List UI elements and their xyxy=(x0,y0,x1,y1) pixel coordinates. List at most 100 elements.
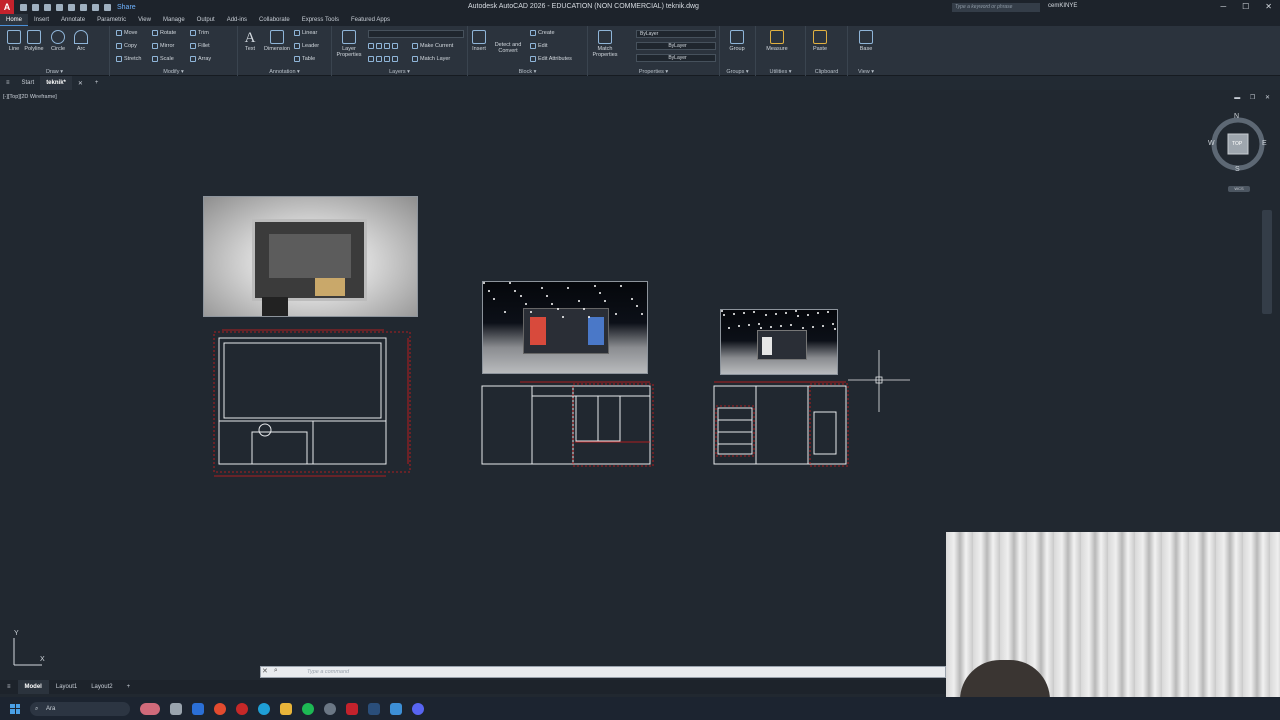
base-view-button[interactable]: Base xyxy=(852,30,880,52)
linear-button[interactable]: Linear xyxy=(294,30,317,36)
opera-icon[interactable] xyxy=(236,702,248,715)
trim-button[interactable]: Trim xyxy=(190,30,209,36)
edit-block-button[interactable]: Edit xyxy=(530,43,547,49)
tab-parametric[interactable]: Parametric xyxy=(91,17,132,23)
open-file-icon[interactable] xyxy=(32,3,39,11)
annotation-panel-title[interactable]: Annotation ▾ xyxy=(238,69,331,75)
user-account[interactable]: cemKINYE xyxy=(1048,3,1077,9)
save-icon[interactable] xyxy=(44,3,51,11)
layer-unisolate-icon[interactable] xyxy=(368,56,374,62)
steam-icon[interactable] xyxy=(368,702,380,715)
tab-featured-apps[interactable]: Featured Apps xyxy=(345,17,396,23)
discord-icon[interactable] xyxy=(412,702,424,715)
compass-north[interactable]: N xyxy=(1234,113,1239,120)
tab-start[interactable]: Start xyxy=(16,80,41,86)
new-tab-button[interactable]: + xyxy=(89,80,105,86)
minimize-button[interactable]: ─ xyxy=(1220,2,1226,11)
tab-output[interactable]: Output xyxy=(191,17,221,23)
view-panel-title[interactable]: View ▾ xyxy=(848,69,884,75)
tab-view[interactable]: View xyxy=(132,17,157,23)
print-icon[interactable] xyxy=(80,3,87,11)
insert-button[interactable]: Insert xyxy=(465,30,493,52)
windows-start-icon[interactable] xyxy=(10,703,20,714)
modify-panel-title[interactable]: Modify ▾ xyxy=(110,69,237,75)
lineweight-dropdown[interactable]: ByLayer xyxy=(636,54,716,62)
layer-off-icon[interactable] xyxy=(368,43,374,49)
match-properties-button[interactable]: Match Properties xyxy=(590,30,620,58)
taskbar-search[interactable]: ⌕ Ara xyxy=(30,701,130,716)
undo-icon[interactable] xyxy=(92,3,99,11)
help-search-input[interactable]: Type a keyword or phrase xyxy=(952,3,1040,12)
layer-thaw-icon[interactable] xyxy=(376,56,382,62)
viewcube[interactable]: N S E W TOP WCS xyxy=(1208,112,1268,192)
paste-button[interactable]: Paste xyxy=(806,30,834,52)
autocad-app-icon[interactable]: A xyxy=(0,0,14,14)
tab-manage[interactable]: Manage xyxy=(157,17,191,23)
wcs-menu[interactable]: WCS xyxy=(1228,186,1250,192)
compass-south[interactable]: S xyxy=(1235,166,1240,173)
edge-icon[interactable] xyxy=(258,702,270,715)
obs-icon[interactable] xyxy=(324,702,336,715)
compass-west[interactable]: W xyxy=(1208,140,1215,147)
layer-on-icon[interactable] xyxy=(384,56,390,62)
tab-layout1[interactable]: Layout1 xyxy=(49,684,84,690)
leader-button[interactable]: Leader xyxy=(294,43,319,49)
utilities-panel-title[interactable]: Utilities ▾ xyxy=(756,69,805,75)
layers-panel-title[interactable]: Layers ▾ xyxy=(332,69,467,75)
fillet-button[interactable]: Fillet xyxy=(190,43,210,49)
new-file-icon[interactable] xyxy=(20,3,27,11)
navigation-bar[interactable] xyxy=(1262,210,1272,314)
mirror-button[interactable]: Mirror xyxy=(152,43,174,49)
tab-addins[interactable]: Add-ins xyxy=(221,17,253,23)
layer-isolate-icon[interactable] xyxy=(376,43,382,49)
block-panel-title[interactable]: Block ▾ xyxy=(468,69,587,75)
compass-east[interactable]: E xyxy=(1262,140,1267,147)
table-button[interactable]: Table xyxy=(294,56,315,62)
share-button[interactable]: Share xyxy=(117,4,136,11)
maximize-button[interactable]: ☐ xyxy=(1242,2,1249,11)
properties-panel-title[interactable]: Properties ▾ xyxy=(588,69,719,75)
chrome-icon[interactable] xyxy=(214,702,226,715)
tab-express-tools[interactable]: Express Tools xyxy=(296,17,345,23)
web-mobile-icon[interactable] xyxy=(68,3,75,11)
layer-dropdown[interactable] xyxy=(368,30,464,38)
linetype-dropdown[interactable]: ByLayer xyxy=(636,42,716,50)
redo-icon[interactable] xyxy=(104,3,111,11)
taskbar-widget-icon[interactable] xyxy=(140,702,160,715)
create-block-button[interactable]: Create xyxy=(530,30,555,36)
layout-menu-icon[interactable]: ≡ xyxy=(0,684,18,690)
task-view-icon[interactable] xyxy=(170,702,182,715)
stretch-button[interactable]: Stretch xyxy=(116,56,141,62)
viewcube-top-face[interactable]: TOP xyxy=(1232,141,1242,147)
autocad-taskbar-icon[interactable] xyxy=(346,702,358,715)
make-current-button[interactable]: Make Current xyxy=(412,43,453,49)
layer-properties-button[interactable]: Layer Properties xyxy=(334,30,364,58)
tab-model[interactable]: Model xyxy=(17,680,49,694)
group-button[interactable]: Group xyxy=(719,30,755,52)
app-menu-icon[interactable]: ≡ xyxy=(0,80,16,86)
command-close-icon[interactable]: ✕ xyxy=(262,667,268,675)
command-line-input[interactable]: Type a command xyxy=(260,666,946,678)
close-button[interactable]: ✕ xyxy=(1265,2,1272,11)
tab-home[interactable]: Home xyxy=(0,14,29,26)
tab-insert[interactable]: Insert xyxy=(28,17,55,23)
draw-panel-title[interactable]: Draw ▾ xyxy=(0,69,109,75)
add-layout-button[interactable]: + xyxy=(120,684,138,690)
copy-button[interactable]: Copy xyxy=(116,43,137,49)
layer-unlock-icon[interactable] xyxy=(392,56,398,62)
move-button[interactable]: Move xyxy=(116,30,137,36)
scale-button[interactable]: Scale xyxy=(152,56,174,62)
file-explorer-app-icon[interactable] xyxy=(192,702,204,715)
tab-teknik[interactable]: teknik* xyxy=(40,76,72,90)
layer-lock-icon[interactable] xyxy=(392,43,398,49)
app-icon[interactable] xyxy=(390,702,402,715)
detect-convert-button[interactable]: Detect and Convert xyxy=(490,42,526,54)
groups-panel-title[interactable]: Groups ▾ xyxy=(720,69,755,75)
array-button[interactable]: Array xyxy=(190,56,211,62)
save-as-icon[interactable] xyxy=(56,3,63,11)
spotify-icon[interactable] xyxy=(302,702,314,715)
tab-layout2[interactable]: Layout2 xyxy=(84,684,119,690)
close-tab-icon[interactable]: ✕ xyxy=(72,80,89,87)
color-dropdown[interactable]: ByLayer xyxy=(636,30,716,38)
layer-freeze-icon[interactable] xyxy=(384,43,390,49)
